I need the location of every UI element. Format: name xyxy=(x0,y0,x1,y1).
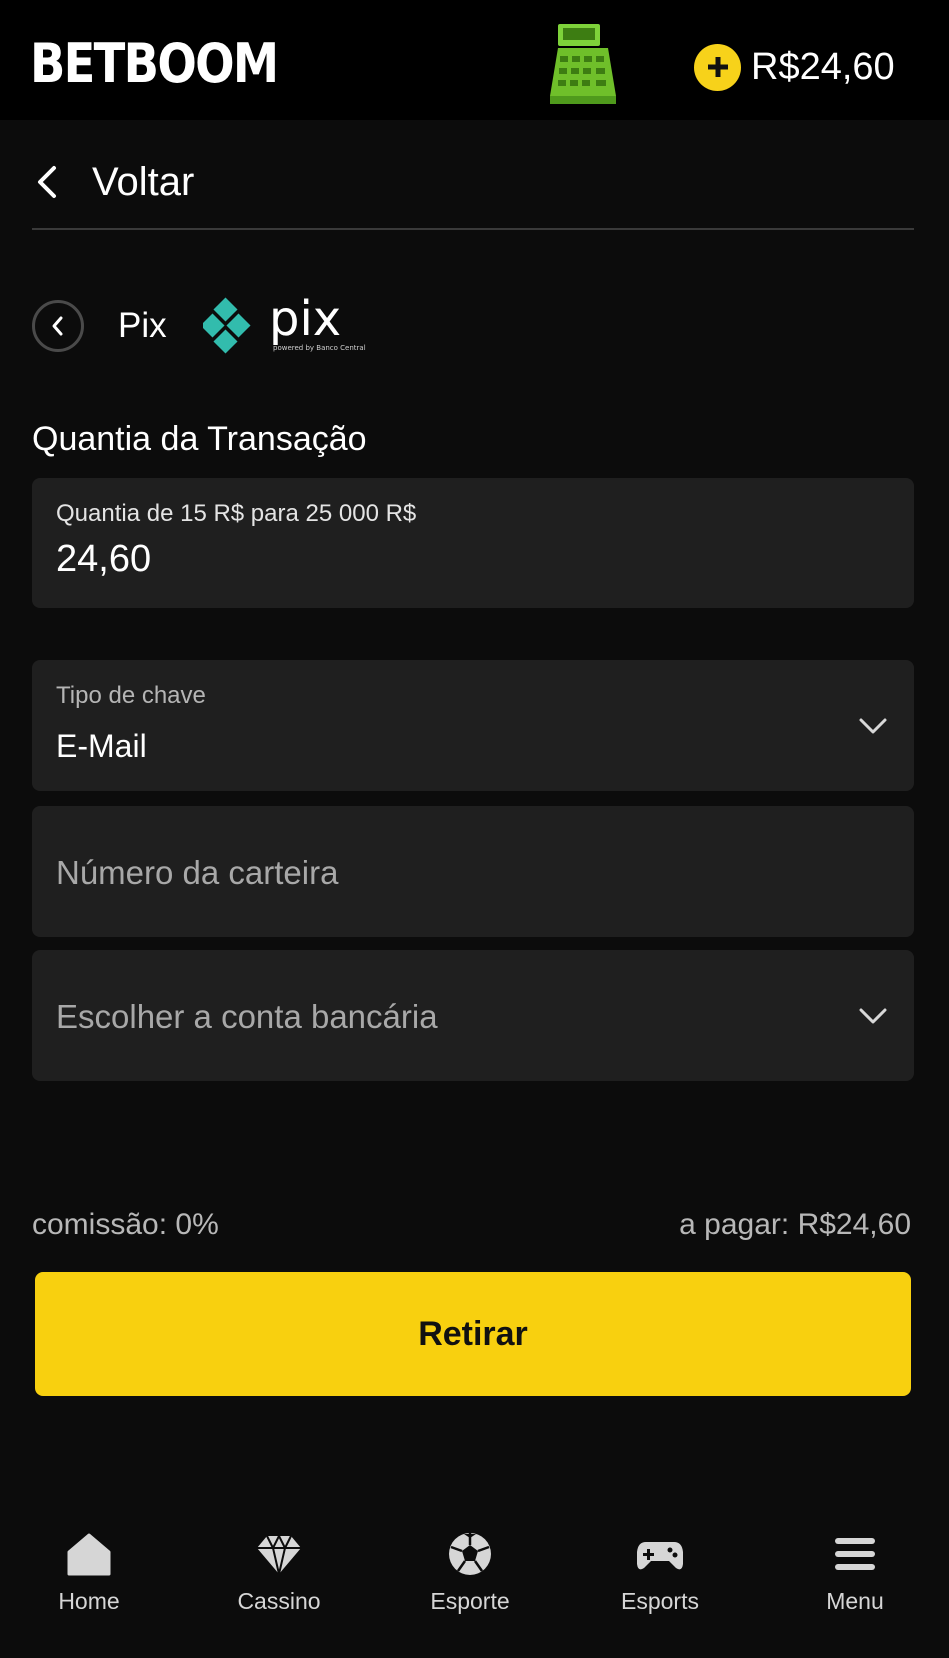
soccer-ball-icon xyxy=(449,1533,491,1575)
gamepad-icon xyxy=(637,1542,683,1570)
chevron-left-icon xyxy=(52,316,63,336)
chevron-down-icon xyxy=(859,1008,887,1024)
key-type-select[interactable]: Tipo de chave E-Mail xyxy=(32,660,914,791)
pix-logo-text: pix xyxy=(269,295,341,347)
bottom-navigation: Home Cassino Esporte Esports Menu xyxy=(0,1504,949,1658)
brand-logo[interactable]: BETBOOM xyxy=(30,30,279,98)
nav-label-menu: Menu xyxy=(826,1588,884,1614)
method-name: Pix xyxy=(118,306,167,345)
pix-logo-subtext: powered by Banco Central xyxy=(273,344,366,352)
method-back-button[interactable] xyxy=(32,300,84,352)
payment-method-row: Pix pix powered by Banco Central xyxy=(32,295,375,357)
back-label: Voltar xyxy=(92,159,195,204)
commission-text: comissão: 0% xyxy=(32,1208,219,1241)
menu-icon xyxy=(835,1538,875,1570)
nav-item-menu[interactable]: Menu xyxy=(785,1530,925,1615)
wallet-number-input[interactable]: Número da carteira xyxy=(32,806,914,937)
chevron-down-icon xyxy=(859,718,887,734)
key-type-label: Tipo de chave xyxy=(56,682,206,709)
top-bar: BETBOOM R$24,60 xyxy=(0,0,949,120)
key-type-value: E-Mail xyxy=(56,728,147,764)
amount-value[interactable]: 24,60 xyxy=(56,538,151,581)
amount-to-pay-text: a pagar: R$24,60 xyxy=(679,1208,911,1241)
balance-amount: R$24,60 xyxy=(751,46,895,88)
section-title: Quantia da Transação xyxy=(32,420,367,458)
nav-item-cassino[interactable]: Cassino xyxy=(209,1530,349,1615)
nav-label-esports: Esports xyxy=(621,1588,699,1614)
cash-register-icon[interactable] xyxy=(544,18,622,108)
bank-account-placeholder: Escolher a conta bancária xyxy=(56,998,438,1035)
nav-label-home: Home xyxy=(58,1588,120,1614)
diamond-icon xyxy=(257,1533,301,1575)
pix-logo: pix powered by Banco Central xyxy=(202,295,366,354)
balance-display[interactable]: R$24,60 xyxy=(694,42,895,92)
withdraw-button[interactable]: Retirar xyxy=(35,1272,911,1396)
nav-label-esporte: Esporte xyxy=(430,1588,510,1614)
header-divider xyxy=(32,228,914,230)
add-funds-icon[interactable] xyxy=(694,43,741,91)
amount-field[interactable]: Quantia de 15 R$ para 25 000 R$ 24,60 xyxy=(32,478,914,608)
home-icon xyxy=(67,1533,111,1576)
back-button[interactable]: Voltar xyxy=(32,152,194,212)
nav-label-cassino: Cassino xyxy=(237,1588,321,1614)
amount-range-label: Quantia de 15 R$ para 25 000 R$ xyxy=(56,500,417,527)
wallet-number-placeholder: Número da carteira xyxy=(56,854,339,891)
chevron-left-icon xyxy=(38,166,56,198)
nav-item-home[interactable]: Home xyxy=(19,1530,159,1615)
nav-item-esporte[interactable]: Esporte xyxy=(400,1530,540,1615)
nav-item-esports[interactable]: Esports xyxy=(590,1530,730,1615)
bank-account-select[interactable]: Escolher a conta bancária xyxy=(32,950,914,1081)
